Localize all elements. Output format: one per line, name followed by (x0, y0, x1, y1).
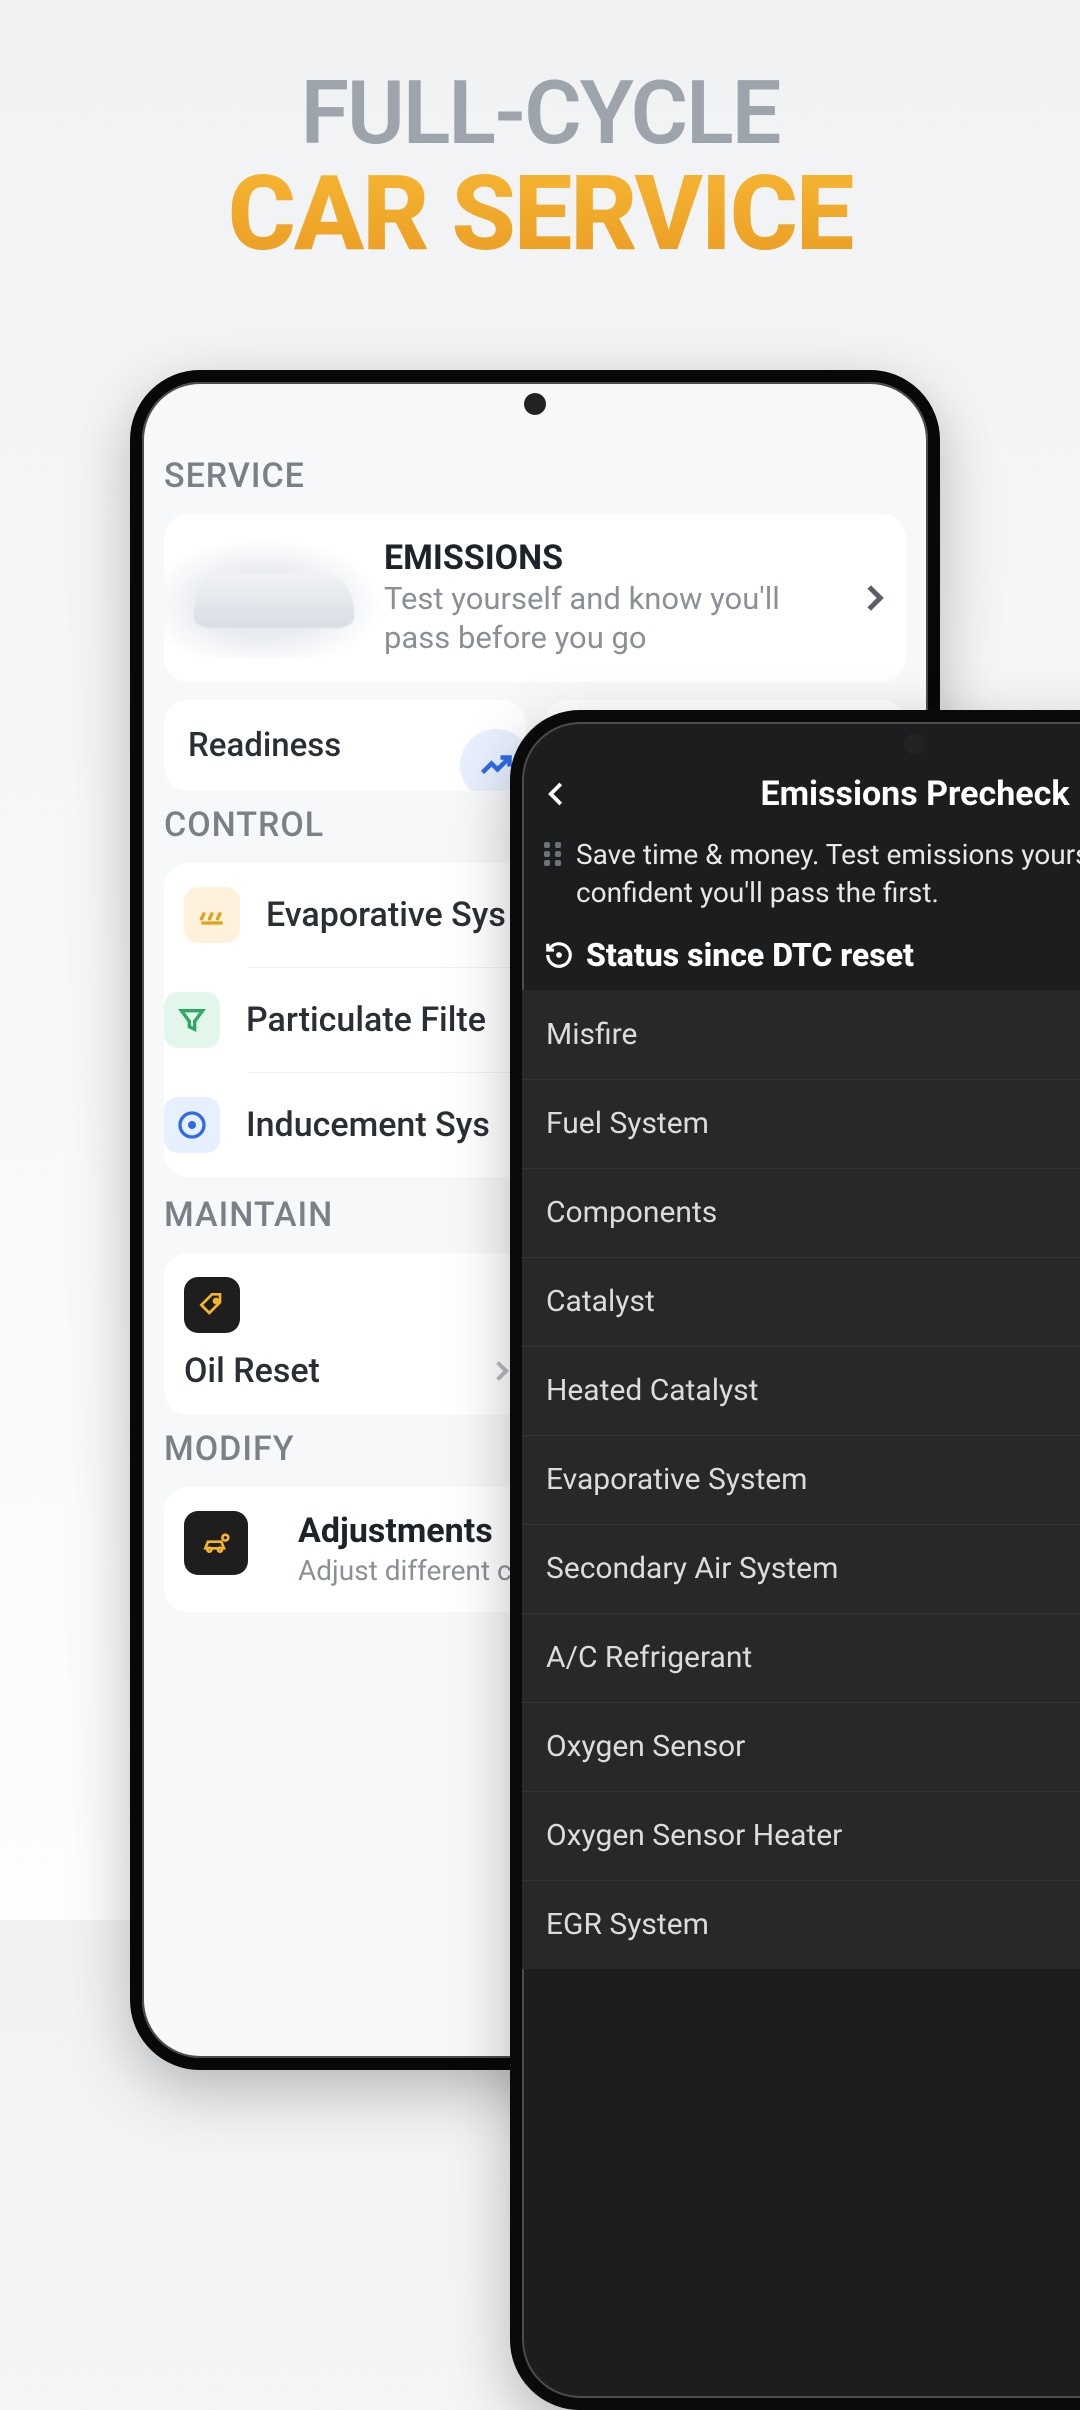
control-item-label: Inducement Sys (246, 1105, 490, 1145)
status-row[interactable]: MisfirePASS (522, 990, 1080, 1079)
status-list: MisfirePASSFuel SystemPASSComponentsPASS… (522, 990, 1080, 1969)
status-row[interactable]: EGR SystemPASS (522, 1880, 1080, 1969)
marketing-headline: FULL-CYCLE CAR SERVICE (0, 0, 1080, 272)
car-gear-icon (184, 1511, 248, 1575)
status-row[interactable]: Secondary Air SystemPASS (522, 1524, 1080, 1613)
emissions-card[interactable]: EMISSIONS Test yourself and know you'll … (164, 514, 906, 682)
headline-line2: CAR SERVICE (0, 158, 1080, 272)
status-row-name: EGR System (546, 1907, 709, 1942)
control-item-label: Evaporative Sys (266, 895, 506, 935)
heat-waves-icon (184, 887, 240, 943)
control-item-label: Particulate Filte (246, 1000, 486, 1040)
status-row-name: Misfire (546, 1017, 637, 1052)
status-row[interactable]: Evaporative SystemPASS (522, 1435, 1080, 1524)
status-row[interactable]: Oxygen Sensor HeaterPASS (522, 1791, 1080, 1880)
status-row-name: Catalyst (546, 1284, 655, 1319)
status-row[interactable]: Heated CatalystPASS (522, 1346, 1080, 1435)
page-title: Emissions Precheck (540, 774, 1080, 814)
car-illustration (164, 538, 384, 658)
readiness-label: Readiness (188, 726, 341, 765)
status-row[interactable]: A/C RefrigerantPASS (522, 1613, 1080, 1702)
oil-reset-label: Oil Reset (184, 1351, 320, 1391)
drag-handle-icon (544, 842, 562, 866)
refresh-circle-icon (164, 1097, 220, 1153)
filter-funnel-icon (164, 992, 220, 1048)
status-row-name: Oxygen Sensor Heater (546, 1818, 842, 1853)
status-row[interactable]: Fuel SystemPASS (522, 1079, 1080, 1168)
reset-history-icon (544, 940, 574, 970)
chevron-right-icon (858, 585, 883, 610)
status-row[interactable]: CatalystPASS (522, 1257, 1080, 1346)
headline-line1: FULL-CYCLE (0, 70, 1080, 158)
oil-reset-tile[interactable]: Oil Reset (164, 1253, 526, 1415)
status-row[interactable]: ComponentsPASS (522, 1168, 1080, 1257)
status-row-name: Evaporative System (546, 1462, 807, 1497)
status-row-name: A/C Refrigerant (546, 1640, 752, 1675)
intro-banner: Save time & money. Test emissions yourse… (522, 830, 1080, 926)
status-row-name: Heated Catalyst (546, 1373, 758, 1408)
status-row-name: Oxygen Sensor (546, 1729, 745, 1764)
section-service-title: SERVICE (164, 456, 906, 496)
status-row-name: Secondary Air System (546, 1551, 838, 1586)
intro-text: Save time & money. Test emissions yourse… (576, 836, 1080, 912)
chevron-right-icon (489, 1361, 509, 1381)
emissions-subtitle: Test yourself and know you'll pass befor… (384, 580, 852, 658)
phone-front: Emissions Precheck Save time & money. Te… (510, 710, 1080, 2410)
status-section-header: Status since DTC reset (522, 926, 1080, 990)
oil-tag-icon (184, 1277, 240, 1333)
readiness-card[interactable]: Readiness (164, 700, 526, 791)
status-row-name: Fuel System (546, 1106, 709, 1141)
emissions-title: EMISSIONS (384, 538, 852, 578)
status-row[interactable]: Oxygen SensorNOT PASS (522, 1702, 1080, 1791)
status-row-name: Components (546, 1195, 717, 1230)
